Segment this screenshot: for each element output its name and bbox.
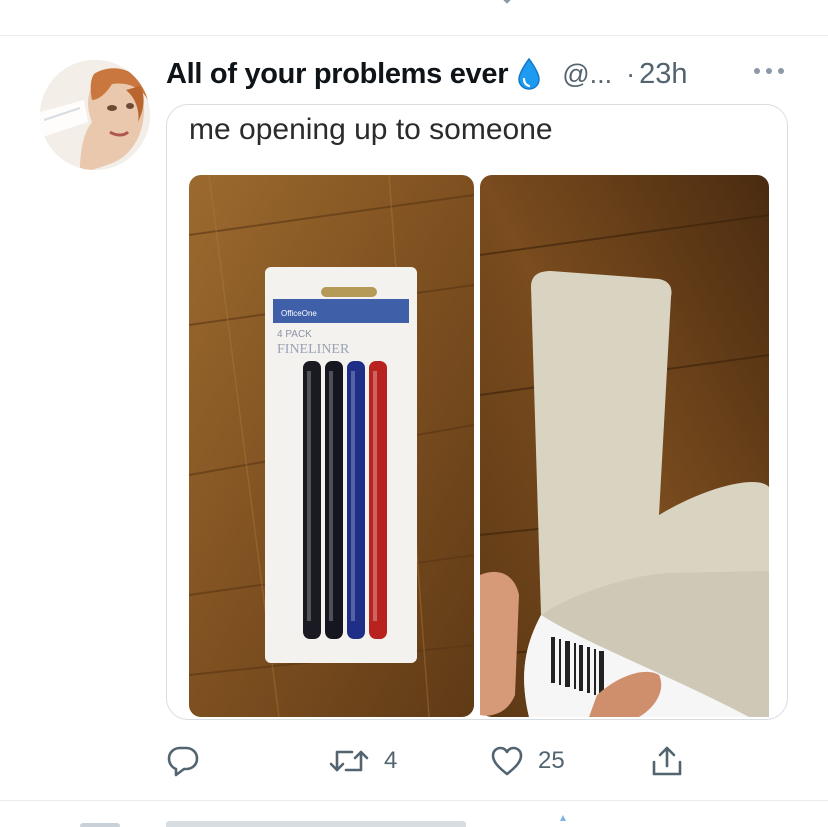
retweet-button[interactable]: 4 (328, 736, 397, 786)
retweet-icon[interactable] (330, 0, 370, 4)
separator: · (626, 58, 636, 89)
reply-icon[interactable] (170, 0, 200, 4)
like-button[interactable]: 25 (490, 736, 565, 786)
share-icon[interactable] (650, 0, 684, 4)
like-count: 25 (538, 747, 565, 774)
previous-tweet-actions (0, 0, 828, 36)
reply-button[interactable] (166, 736, 200, 786)
pack-brand: OfficeOne (281, 309, 317, 318)
next-tweet-peek (0, 801, 828, 827)
action-bar: 4 25 (0, 736, 828, 786)
timestamp[interactable]: 23h (639, 58, 687, 91)
retweet-count: 4 (384, 747, 398, 774)
more-icon[interactable] (752, 66, 786, 76)
retweet-icon (329, 750, 369, 772)
heart-icon[interactable] (492, 0, 522, 4)
heart-icon (491, 746, 523, 776)
media-photo[interactable]: OfficeOne 4 PACK FINELINER (189, 175, 769, 717)
avatar-image (40, 60, 150, 170)
media-card[interactable]: me opening up to someone OfficeOne 4 PAC… (166, 104, 788, 720)
media-caption: me opening up to someone (189, 113, 553, 146)
left-panel: OfficeOne 4 PACK FINELINER (189, 175, 475, 717)
avatar[interactable] (40, 60, 150, 170)
share-button[interactable] (650, 736, 684, 786)
right-panel (479, 175, 769, 717)
share-icon (652, 746, 682, 776)
reply-icon (167, 746, 199, 777)
pack-product: FINELINER (277, 342, 350, 357)
tweet[interactable]: All of your problems ever @... · 23h me … (0, 36, 828, 800)
display-name[interactable]: All of your problems ever (166, 58, 509, 91)
tweet-header: All of your problems ever @... · 23h (166, 50, 688, 98)
handle[interactable]: @... (562, 59, 612, 90)
droplet-icon (518, 57, 540, 90)
pack-count: 4 PACK (277, 329, 312, 340)
